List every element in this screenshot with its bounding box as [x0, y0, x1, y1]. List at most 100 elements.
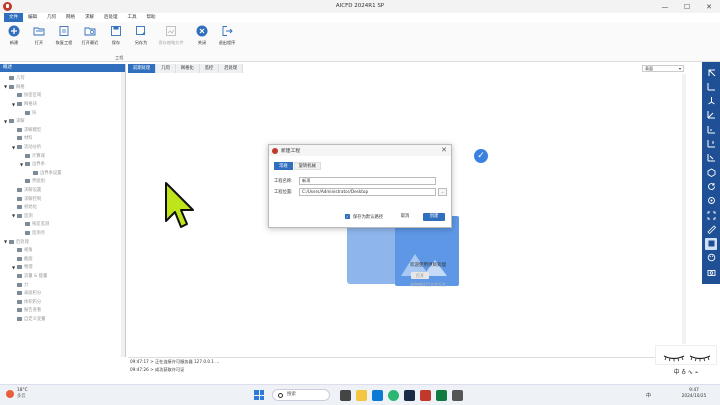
- tree-item[interactable]: 视角: [0, 246, 125, 255]
- maximize-icon[interactable]: ☐: [676, 0, 698, 13]
- save-button[interactable]: 保存: [104, 25, 128, 53]
- create-button[interactable]: 创建: [423, 213, 445, 221]
- taskbar-search-input[interactable]: 搜索: [272, 389, 330, 401]
- expand-arrow-icon[interactable]: ▼: [3, 119, 8, 124]
- tree-item[interactable]: ▼ 流动分析: [0, 143, 125, 152]
- project-name-input[interactable]: 新项: [299, 177, 436, 185]
- expand-arrow-icon[interactable]: ▼: [11, 102, 16, 107]
- open-button[interactable]: 打开: [27, 25, 51, 53]
- tree-item[interactable]: 块: [0, 108, 125, 117]
- tree-item[interactable]: 流量 & 能量: [0, 272, 125, 281]
- tree-item[interactable]: 截面: [0, 254, 125, 263]
- tree-item[interactable]: 初始化: [0, 203, 125, 212]
- tree-item[interactable]: 求解设置: [0, 186, 125, 195]
- menu-tools[interactable]: 工具: [123, 13, 142, 22]
- tree-item[interactable]: 残差监测: [0, 220, 125, 229]
- menu-help[interactable]: 帮助: [142, 13, 161, 22]
- tab-preprocess[interactable]: 前期处理: [128, 64, 157, 73]
- view-mode-select[interactable]: 表面 ▾: [642, 65, 684, 72]
- tree-item[interactable]: ▼ 网格: [0, 83, 125, 92]
- axis-neg-z-icon[interactable]: [705, 152, 717, 164]
- outline-scrollbar[interactable]: [121, 72, 125, 357]
- save-as-button[interactable]: 另存为: [129, 25, 153, 53]
- ime-indicator[interactable]: 中: [646, 392, 651, 399]
- main-scrollbar[interactable]: [682, 74, 686, 344]
- tree-item[interactable]: 计算域: [0, 151, 125, 160]
- expand-arrow-icon[interactable]: ▼: [11, 265, 16, 270]
- expand-arrow-icon[interactable]: ▼: [3, 239, 8, 244]
- exit-button[interactable]: 退出程序: [215, 25, 239, 53]
- tree-item[interactable]: 表面积分: [0, 289, 125, 298]
- system-clock[interactable]: 9:47 2024/10/25: [676, 388, 712, 400]
- browse-button[interactable]: ...: [438, 188, 447, 196]
- close-window-icon[interactable]: ✕: [698, 0, 720, 13]
- expand-arrow-icon[interactable]: ▼: [11, 145, 16, 150]
- tree-item[interactable]: ▼ 求解: [0, 117, 125, 126]
- axis-z-icon[interactable]: [705, 109, 717, 121]
- tree-item[interactable]: ▼ 后处理: [0, 237, 125, 246]
- tree-item[interactable]: 加密区域: [0, 91, 125, 100]
- tree-item[interactable]: 监测点: [0, 229, 125, 238]
- tree-item[interactable]: 边界条设置: [0, 169, 125, 178]
- menu-mesh[interactable]: 网格: [61, 13, 80, 22]
- tree-item[interactable]: 自定义变量: [0, 315, 125, 324]
- tree-item[interactable]: ▼ 边界条: [0, 160, 125, 169]
- expand-arrow-icon[interactable]: ▼: [11, 213, 16, 218]
- axis-x-icon[interactable]: [705, 80, 717, 92]
- export-icon[interactable]: [705, 66, 717, 78]
- measure-icon[interactable]: [705, 223, 717, 235]
- tree-item[interactable]: 几何: [0, 74, 125, 83]
- menu-postprocess[interactable]: 后处理: [99, 13, 123, 22]
- expand-arrow-icon[interactable]: ▼: [3, 84, 8, 89]
- tab-monitor[interactable]: 监控: [199, 64, 220, 73]
- restore-project-button[interactable]: 恢复工程: [52, 25, 76, 53]
- close-icon[interactable]: ✕: [441, 146, 447, 154]
- new-button[interactable]: 新建: [2, 25, 26, 53]
- color-palette-icon[interactable]: [705, 252, 717, 264]
- rotate-icon[interactable]: [705, 180, 717, 192]
- tab-meshing[interactable]: 网格化: [175, 64, 200, 73]
- menu-edit[interactable]: 编辑: [23, 13, 42, 22]
- tree-item[interactable]: 体积积分: [0, 297, 125, 306]
- spreadsheet-app-icon[interactable]: [436, 390, 447, 401]
- terminal-app-icon[interactable]: [452, 390, 463, 401]
- file-explorer-icon[interactable]: [356, 390, 367, 401]
- menu-file[interactable]: 文件: [4, 13, 23, 22]
- save-thumbnail-button[interactable]: 保存缩略文件: [156, 25, 186, 53]
- menu-geometry[interactable]: 几何: [42, 13, 61, 22]
- tree-item[interactable]: 求解模型: [0, 126, 125, 135]
- project-location-input[interactable]: C:/Users/Administrator/Desktop: [299, 188, 436, 196]
- minimize-icon[interactable]: —: [654, 0, 676, 13]
- close-project-button[interactable]: 关闭: [190, 25, 214, 53]
- open-recent-button[interactable]: 打开最近: [78, 25, 102, 53]
- tree-item[interactable]: 报告查看: [0, 306, 125, 315]
- default-path-checkbox[interactable]: ✓: [345, 214, 350, 219]
- cancel-button[interactable]: 取消: [397, 213, 413, 221]
- tab-rotating-machinery[interactable]: 旋转机械: [293, 162, 321, 170]
- fit-view-icon[interactable]: [705, 209, 717, 221]
- tree-item[interactable]: 力: [0, 280, 125, 289]
- tree-item[interactable]: ▼ 物理: [0, 263, 125, 272]
- expand-arrow-icon[interactable]: ▼: [19, 162, 24, 167]
- menu-solve[interactable]: 求解: [80, 13, 99, 22]
- start-menu-icon[interactable]: [254, 390, 264, 400]
- iso-view-icon[interactable]: [705, 166, 717, 178]
- tab-postprocess[interactable]: 后处理: [219, 64, 244, 73]
- tree-item[interactable]: 界面组: [0, 177, 125, 186]
- tree-item[interactable]: ▼ 监测: [0, 212, 125, 221]
- axis-neg-x-icon[interactable]: [705, 123, 717, 135]
- display-icon[interactable]: [705, 237, 717, 250]
- tab-geometry[interactable]: 几何: [156, 64, 176, 73]
- tree-item[interactable]: ▼ 网格块: [0, 100, 125, 109]
- weather-widget[interactable]: 18°C 多云: [6, 388, 28, 399]
- camera-icon[interactable]: [705, 266, 717, 278]
- reset-view-icon[interactable]: [705, 195, 717, 207]
- tree-item[interactable]: 材料: [0, 134, 125, 143]
- axis-neg-y-icon[interactable]: [705, 138, 717, 150]
- aicfd-app-icon[interactable]: [420, 390, 431, 401]
- chrome-browser-icon[interactable]: [388, 390, 399, 401]
- axis-y-icon[interactable]: [705, 95, 717, 107]
- app-icon[interactable]: [404, 390, 415, 401]
- tree-item[interactable]: 求解控制: [0, 194, 125, 203]
- welcome-open-button[interactable]: 打开: [411, 272, 429, 279]
